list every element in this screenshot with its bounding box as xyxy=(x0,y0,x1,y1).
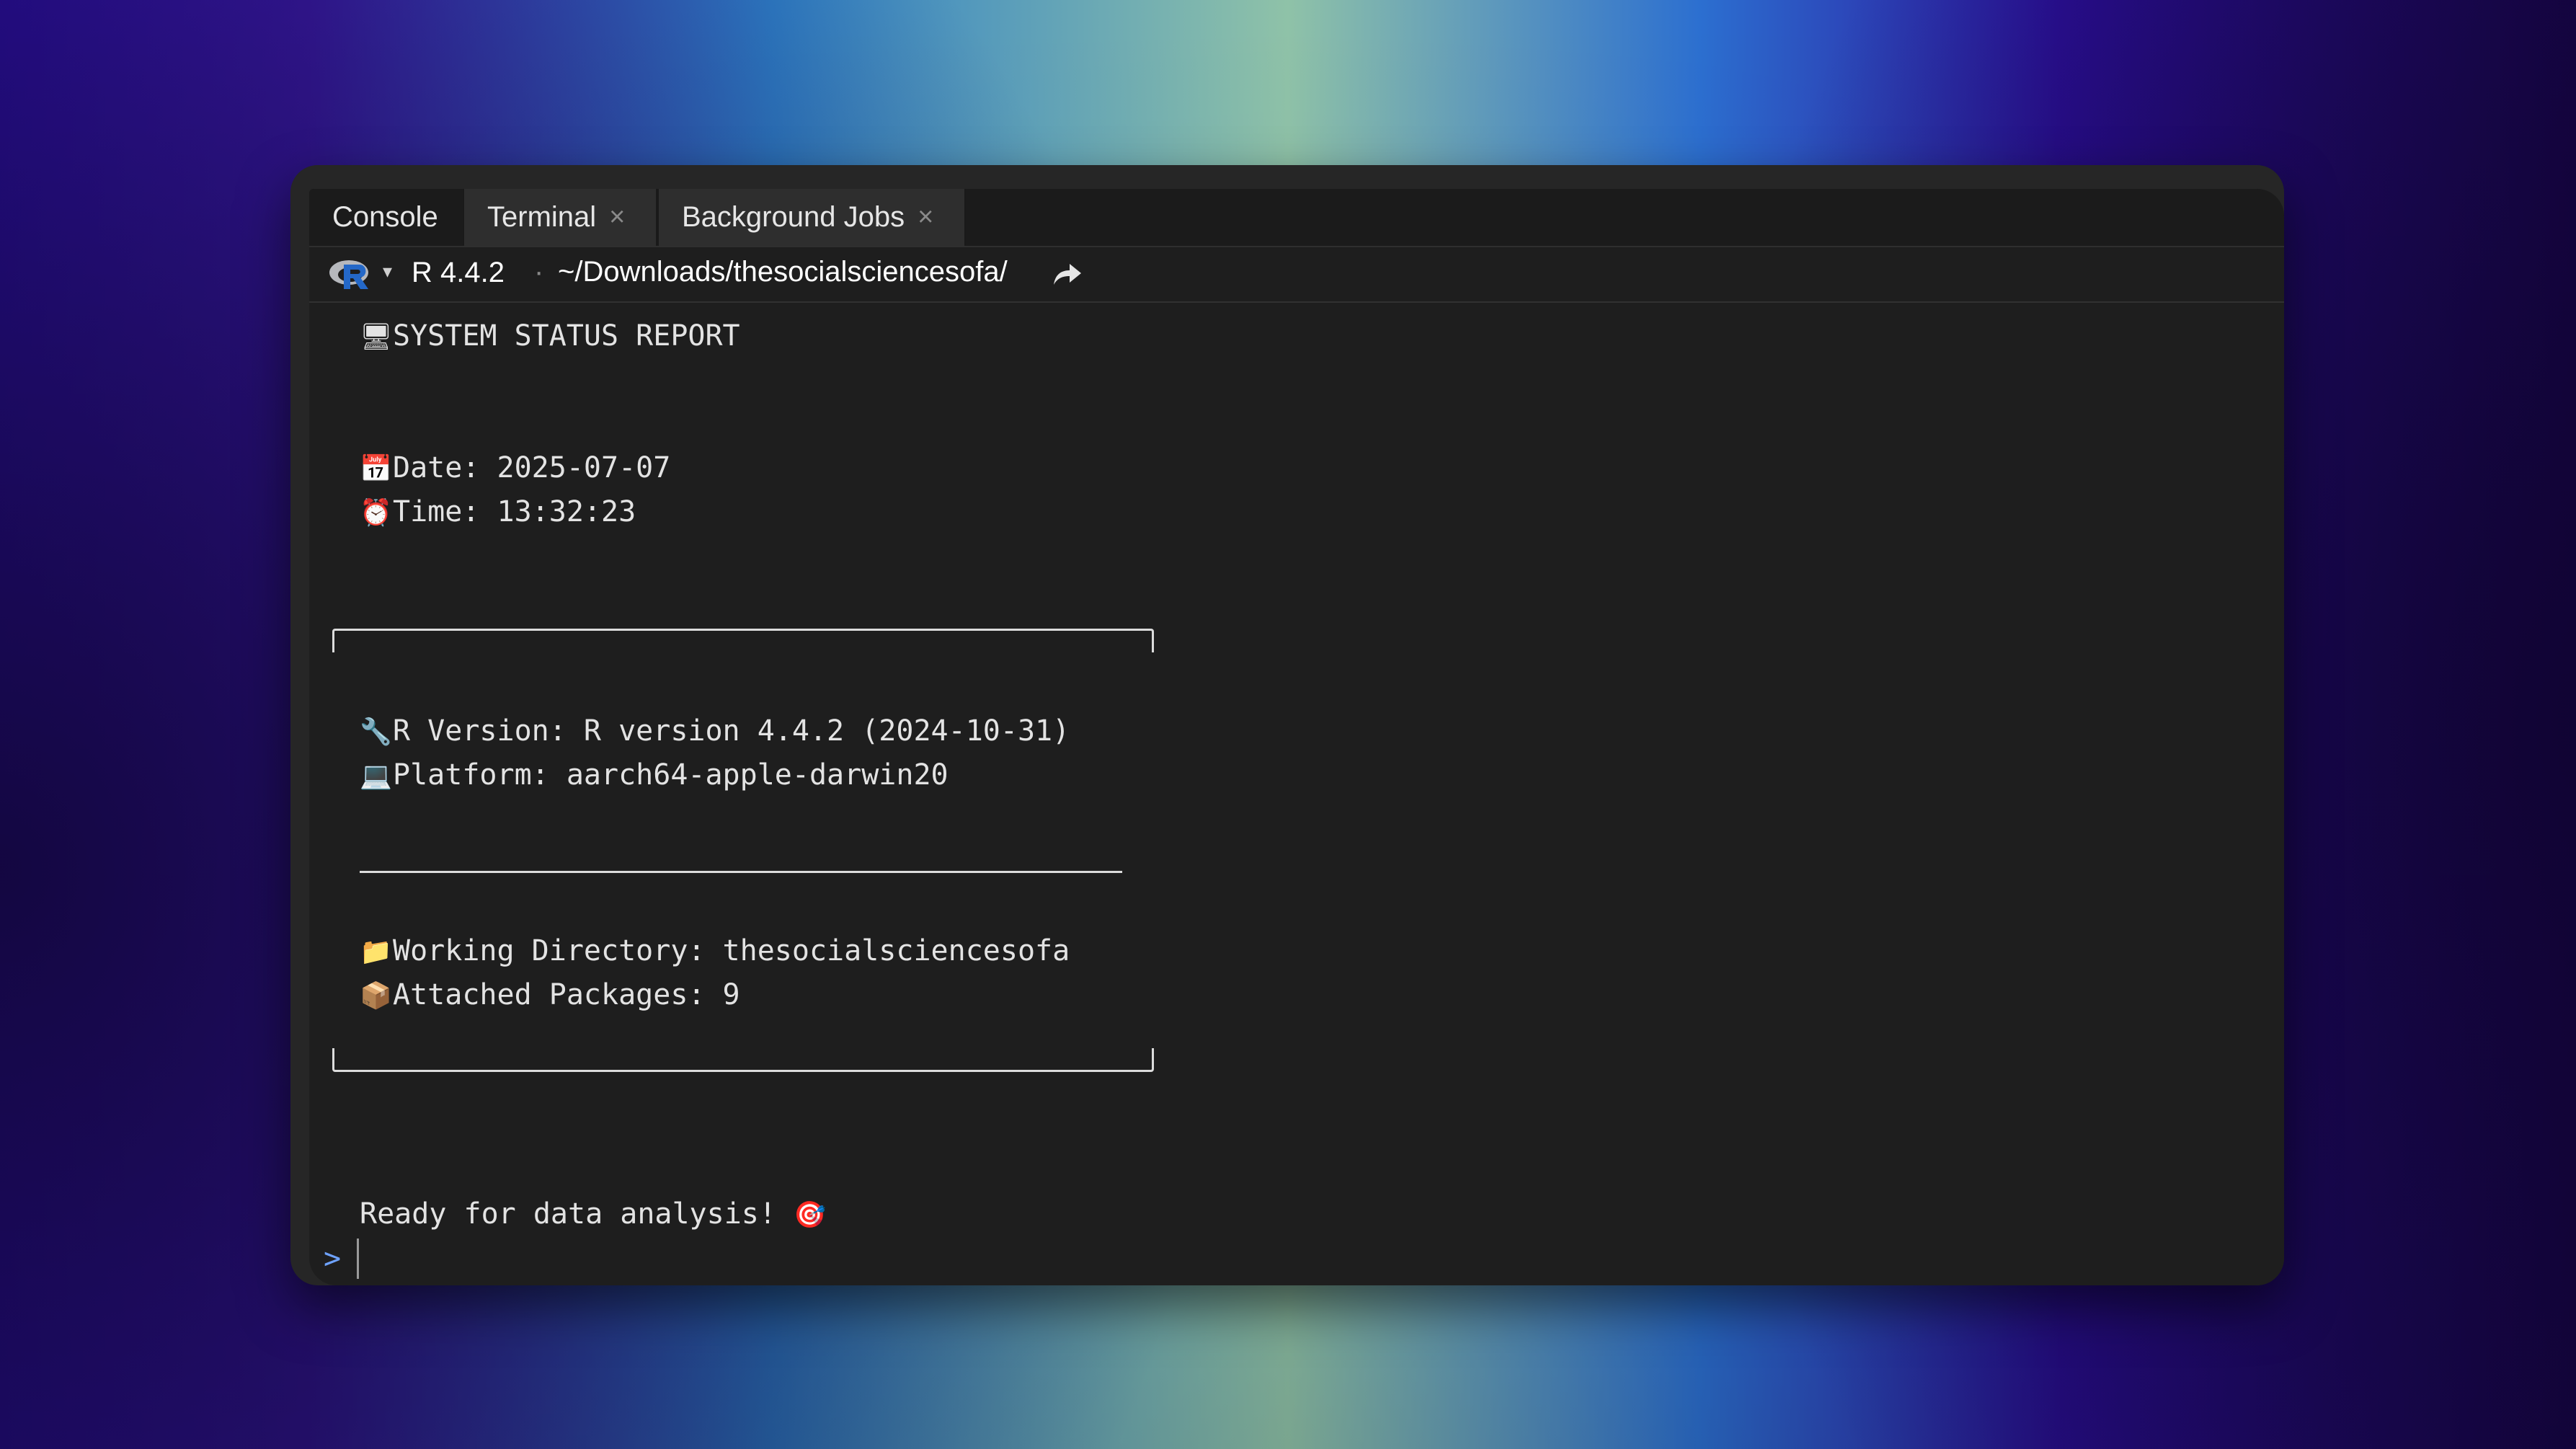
console-panel: Console Terminal × Background Jobs × ▾ R… xyxy=(309,189,2284,1285)
tab-console-label: Console xyxy=(332,201,438,233)
working-directory-path[interactable]: ~/Downloads/thesocialsciencesofa/ xyxy=(558,256,1008,288)
desktop-computer-icon: 🖥 xyxy=(360,322,393,352)
text-cursor[interactable] xyxy=(357,1238,359,1279)
folder-icon: 📁 xyxy=(360,937,392,967)
close-icon[interactable]: × xyxy=(609,202,625,233)
platform-text: Platform: aarch64-apple-darwin20 xyxy=(393,758,949,792)
package-icon: 📦 xyxy=(360,981,392,1011)
toolbar-separator: · xyxy=(534,256,544,288)
box-bottom-border xyxy=(332,1048,1154,1072)
console-prompt: > xyxy=(324,1242,342,1275)
report-title: SYSTEM STATUS REPORT xyxy=(393,319,740,353)
r-version-text: R Version: R version 4.4.2 (2024-10-31) xyxy=(393,714,1070,748)
laptop-icon: 💻 xyxy=(360,761,392,791)
box-divider xyxy=(360,871,1122,873)
calendar-icon: 📅 xyxy=(360,454,392,484)
packages-text: Attached Packages: 9 xyxy=(393,978,740,1011)
tab-console[interactable]: Console xyxy=(309,189,463,246)
ready-line: Ready for data analysis! 🎯 xyxy=(360,1197,826,1233)
date-text: Date: 2025-07-07 xyxy=(393,451,671,484)
target-icon: 🎯 xyxy=(794,1200,826,1230)
working-directory-text: Working Directory: thesocialsciencesofa xyxy=(393,934,1070,967)
tab-terminal-label: Terminal xyxy=(487,201,597,233)
working-directory-line: 📁Working Directory: thesocialsciencesofa xyxy=(360,934,1070,970)
close-icon[interactable]: × xyxy=(918,202,933,233)
alarm-clock-icon: ⏰ xyxy=(360,498,392,528)
console-toolbar: ▾ R 4.4.2 · ~/Downloads/thesocialscience… xyxy=(309,247,2284,303)
tab-background-jobs-label: Background Jobs xyxy=(682,201,905,233)
console-output[interactable]: 🖥SYSTEM STATUS REPORT 📅Date: 2025-07-07 … xyxy=(309,303,2284,1285)
date-line: 📅Date: 2025-07-07 xyxy=(360,451,670,487)
wrench-icon: 🔧 xyxy=(360,717,392,747)
tab-bar: Console Terminal × Background Jobs × xyxy=(309,189,2284,247)
r-version-line: 🔧R Version: R version 4.4.2 (2024-10-31) xyxy=(360,714,1070,750)
report-title-line: 🖥SYSTEM STATUS REPORT xyxy=(360,319,740,355)
r-version-label: R 4.4.2 xyxy=(412,257,505,288)
packages-line: 📦Attached Packages: 9 xyxy=(360,978,740,1014)
chevron-down-icon[interactable]: ▾ xyxy=(383,260,392,283)
tab-background-jobs[interactable]: Background Jobs × xyxy=(657,189,966,246)
time-line: ⏰Time: 13:32:23 xyxy=(360,495,636,531)
r-logo-icon[interactable] xyxy=(328,257,376,292)
time-text: Time: 13:32:23 xyxy=(393,495,636,528)
tab-terminal[interactable]: Terminal × xyxy=(463,189,657,246)
share-arrow-icon[interactable] xyxy=(1051,260,1083,288)
box-top-border xyxy=(332,629,1154,652)
platform-line: 💻Platform: aarch64-apple-darwin20 xyxy=(360,758,949,794)
rstudio-console-window: Console Terminal × Background Jobs × ▾ R… xyxy=(290,165,2284,1285)
ready-text: Ready for data analysis! xyxy=(360,1197,794,1231)
